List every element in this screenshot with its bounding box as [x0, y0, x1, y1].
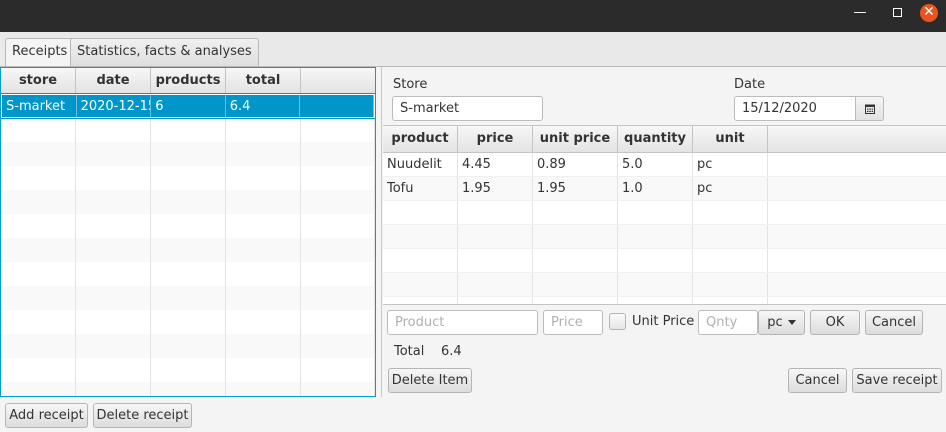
ok-button[interactable]: OK — [810, 310, 860, 335]
total-label: Total — [394, 344, 425, 359]
column-header-store[interactable]: store — [1, 68, 76, 93]
date-field[interactable]: 15/12/2020 — [734, 96, 856, 121]
items-table-header: product price unit price quantity unit — [383, 126, 946, 153]
maximize-icon — [892, 8, 902, 17]
save-receipt-button[interactable]: Save receipt — [852, 368, 942, 393]
cell-unit-price: 1.95 — [533, 177, 618, 200]
empty-row — [1, 214, 375, 238]
calendar-icon — [864, 104, 875, 114]
column-header-filler — [768, 126, 946, 152]
cell-products: 6 — [151, 95, 226, 117]
table-row[interactable]: S-market 2020-12-15 6 6.4 — [1, 93, 375, 119]
store-label: Store — [393, 77, 428, 92]
empty-row — [1, 262, 375, 286]
product-input[interactable]: Product — [387, 310, 538, 335]
cell-total: 6.4 — [226, 95, 301, 117]
empty-row — [1, 166, 375, 190]
column-header-product[interactable]: product — [383, 126, 458, 152]
column-header-total[interactable]: total — [226, 68, 301, 93]
cell-date: 2020-12-15 — [77, 95, 152, 117]
cell-filler — [300, 95, 374, 117]
cell-quantity: 5.0 — [618, 153, 693, 176]
tab-content: store date products total S-market 2020-… — [0, 66, 946, 432]
unit-price-label: Unit Price — [632, 314, 695, 329]
cell-product: Nuudelit — [383, 153, 458, 176]
column-header-unit-price[interactable]: unit price — [533, 126, 618, 152]
unit-price-checkbox[interactable] — [609, 313, 626, 330]
maximize-button[interactable] — [885, 0, 909, 26]
empty-row — [1, 286, 375, 310]
close-button[interactable]: ✕ — [920, 4, 938, 22]
cell-unit: pc — [693, 153, 768, 176]
receipts-table[interactable]: store date products total S-market 2020-… — [0, 67, 376, 397]
receipts-table-header: store date products total — [1, 68, 375, 94]
column-header-unit[interactable]: unit — [693, 126, 768, 152]
empty-row — [1, 118, 375, 142]
cell-price: 1.95 — [458, 177, 533, 200]
unit-dropdown-value: pc — [767, 315, 783, 330]
cell-unit-price: 0.89 — [533, 153, 618, 176]
minimize-button[interactable]: — — [848, 0, 872, 26]
cell-quantity: 1.0 — [618, 177, 693, 200]
quantity-input[interactable]: Qnty — [698, 310, 758, 335]
empty-row — [1, 142, 375, 166]
price-input[interactable]: Price — [543, 310, 603, 335]
cell-unit: pc — [693, 177, 768, 200]
empty-row — [383, 249, 946, 273]
column-header-filler — [301, 68, 375, 93]
delete-receipt-button[interactable]: Delete receipt — [93, 403, 192, 428]
cell-product: Tofu — [383, 177, 458, 200]
empty-row — [383, 225, 946, 249]
tab-bar: Receipts Statistics, facts & analyses — [0, 32, 946, 67]
empty-row — [1, 358, 375, 382]
delete-item-button[interactable]: Delete Item — [388, 368, 472, 393]
tab-receipts[interactable]: Receipts — [5, 38, 75, 67]
empty-row — [383, 201, 946, 225]
empty-row — [1, 382, 375, 396]
empty-row — [1, 334, 375, 358]
column-header-date[interactable]: date — [76, 68, 151, 93]
column-header-price[interactable]: price — [458, 126, 533, 152]
total-value: 6.4 — [441, 344, 462, 359]
add-receipt-button[interactable]: Add receipt — [5, 403, 88, 428]
items-table[interactable]: product price unit price quantity unit N… — [383, 125, 946, 305]
empty-row — [1, 190, 375, 214]
split-divider[interactable] — [381, 67, 382, 397]
date-label: Date — [734, 77, 766, 92]
column-header-products[interactable]: products — [151, 68, 226, 93]
chevron-down-icon — [787, 320, 796, 325]
empty-row — [383, 273, 946, 297]
tab-statistics[interactable]: Statistics, facts & analyses — [70, 38, 259, 66]
cancel-item-button[interactable]: Cancel — [865, 310, 923, 335]
cell-store: S-market — [2, 95, 77, 117]
cell-price: 4.45 — [458, 153, 533, 176]
cancel-button[interactable]: Cancel — [788, 368, 847, 393]
store-field[interactable]: S-market — [392, 96, 543, 121]
empty-row — [383, 297, 946, 304]
empty-row — [1, 238, 375, 262]
window-titlebar: — ✕ — [0, 0, 946, 32]
unit-dropdown[interactable]: pc — [758, 310, 805, 335]
calendar-button[interactable] — [855, 96, 884, 121]
table-row[interactable]: Tofu 1.95 1.95 1.0 pc — [383, 177, 946, 201]
empty-row — [1, 310, 375, 334]
table-row[interactable]: Nuudelit 4.45 0.89 5.0 pc — [383, 153, 946, 177]
column-header-quantity[interactable]: quantity — [618, 126, 693, 152]
